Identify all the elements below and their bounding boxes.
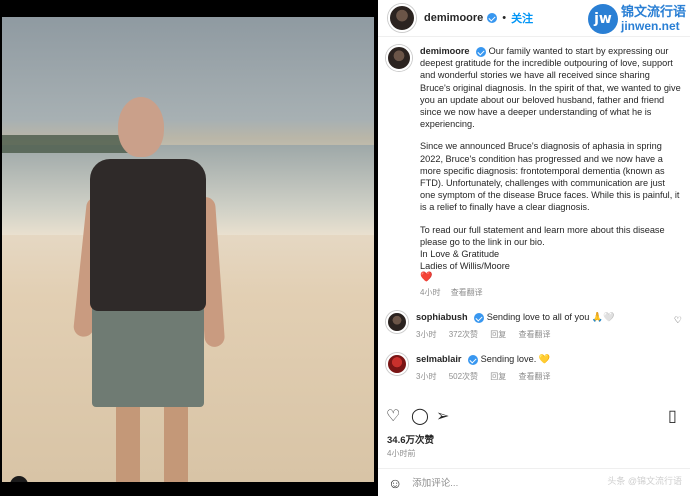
- user-tag-icon[interactable]: [10, 476, 28, 482]
- logo-text-cn: 锦文流行语: [620, 4, 686, 19]
- comment-item: sophiabush Sending love to all of you 🙏🤍…: [386, 311, 686, 341]
- caption: demimoore Our family wanted to start by …: [386, 45, 686, 299]
- caption-time: 4小时: [420, 287, 441, 297]
- watermark-text: 头条 @锦文流行语: [607, 476, 682, 486]
- comments-area[interactable]: demimoore Our family wanted to start by …: [378, 37, 690, 397]
- emoji-smiley-icon[interactable]: ☺: [388, 475, 402, 491]
- post-actions: ♡ ◯ ➢ ▯: [378, 404, 690, 428]
- caption-signoff-2: Ladies of Willis/Moore: [420, 261, 510, 272]
- caption-username[interactable]: demimoore: [420, 46, 470, 56]
- caption-paragraph-2: Since we announced Bruce's diagnosis of …: [420, 141, 680, 213]
- comment-username[interactable]: sophiabush: [416, 312, 468, 322]
- avatar[interactable]: [386, 45, 412, 71]
- logo-badge: jw: [587, 4, 618, 34]
- avatar[interactable]: [386, 353, 408, 375]
- likes-count[interactable]: 34.6万次赞: [387, 432, 434, 446]
- reply-link[interactable]: 回复: [490, 330, 506, 339]
- see-translation-link[interactable]: 查看翻译: [519, 330, 551, 339]
- add-comment-bar: ☺ 头条 @锦文流行语: [378, 468, 690, 497]
- see-translation-link[interactable]: 查看翻译: [519, 372, 551, 381]
- comment-text: Sending love. 💛: [480, 354, 551, 364]
- logo-text-en: jinwen.net: [620, 19, 680, 33]
- post-media-panel: [0, 0, 378, 496]
- comment-likes[interactable]: 502次赞: [449, 372, 478, 381]
- comment-like-heart-icon[interactable]: ♡: [674, 315, 682, 326]
- post-header: demimoore • 关注 jw 锦文流行语 jinwen.net: [378, 0, 690, 37]
- add-comment-input[interactable]: [410, 476, 615, 490]
- comment-time: 3小时: [416, 372, 437, 381]
- avatar[interactable]: [386, 311, 408, 333]
- separator-dot: •: [502, 12, 507, 24]
- like-heart-icon[interactable]: ♡: [386, 406, 400, 426]
- caption-paragraph-1: Our family wanted to start by expressing…: [420, 46, 681, 130]
- caption-signoff-1: In Love & Gratitude: [420, 249, 500, 260]
- avatar[interactable]: [388, 4, 416, 32]
- bookmark-icon[interactable]: ▯: [668, 406, 677, 426]
- verified-icon: [487, 13, 498, 23]
- comment-bubble-icon[interactable]: ◯: [411, 406, 429, 426]
- share-send-icon[interactable]: ➢: [436, 406, 449, 426]
- verified-icon: [468, 354, 479, 365]
- post-date: 4小时前: [387, 449, 416, 458]
- comment-username[interactable]: selmablair: [416, 354, 461, 364]
- photo-person: [72, 97, 232, 482]
- post-details-panel: demimoore • 关注 jw 锦文流行语 jinwen.net demim…: [378, 0, 690, 496]
- caption-meta: 4小时 查看翻译: [420, 287, 682, 299]
- see-translation-link[interactable]: 查看翻译: [451, 288, 483, 297]
- comment-text: Sending love to all of you 🙏🤍: [486, 312, 615, 322]
- reply-link[interactable]: 回复: [490, 372, 506, 381]
- watermark-logo: jw 锦文流行语 jinwen.net: [587, 4, 686, 34]
- post-photo[interactable]: [2, 17, 374, 482]
- caption-paragraph-3: To read our full statement and learn mor…: [420, 224, 665, 247]
- verified-icon: [476, 46, 487, 57]
- comment-time: 3小时: [416, 330, 437, 339]
- post-username[interactable]: demimoore: [424, 12, 483, 24]
- verified-icon: [474, 312, 485, 323]
- comment-item: selmablair Sending love. 💛 3小时 502次赞 回复 …: [386, 353, 686, 383]
- follow-button[interactable]: 关注: [511, 10, 533, 26]
- comment-likes[interactable]: 372次赞: [449, 330, 478, 339]
- red-heart-emoji: ❤️: [420, 272, 433, 284]
